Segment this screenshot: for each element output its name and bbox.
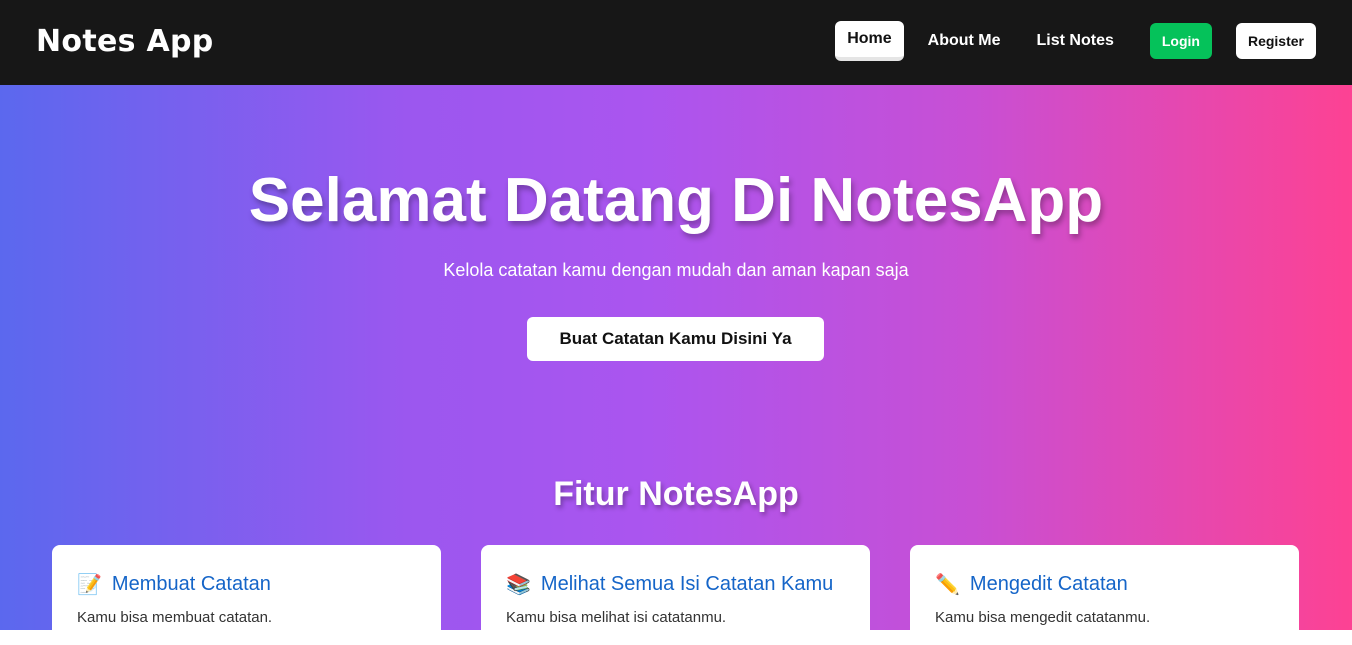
hero-section: Selamat Datang Di NotesApp Kelola catata… bbox=[0, 85, 1352, 645]
feature-card-title: Melihat Semua Isi Catatan Kamu bbox=[540, 573, 834, 595]
feature-card-title: Mengedit Catatan bbox=[969, 573, 1128, 595]
navbar: Notes App Home About Me List Notes Login… bbox=[0, 0, 1352, 85]
memo-icon: 📝 bbox=[77, 573, 102, 596]
feature-card-title: Membuat Catatan bbox=[111, 573, 271, 595]
nav-home-link[interactable]: Home bbox=[835, 21, 904, 61]
feature-card-text: Kamu bisa melihat isi catatanmu. bbox=[506, 609, 727, 626]
pencil-icon: ✏️ bbox=[935, 573, 960, 596]
nav-about-link[interactable]: About Me bbox=[916, 21, 1013, 61]
feature-card-view: 📚 Melihat Semua Isi Catatan Kamu Kamu bi… bbox=[481, 545, 870, 645]
hero-subtitle: Kelola catatan kamu dengan mudah dan ama… bbox=[443, 260, 909, 280]
hero-title: Selamat Datang Di NotesApp bbox=[248, 166, 1104, 235]
create-note-button[interactable]: Buat Catatan Kamu Disini Ya bbox=[527, 317, 824, 361]
nav-list-notes-link[interactable]: List Notes bbox=[1025, 21, 1126, 61]
books-icon: 📚 bbox=[506, 573, 531, 596]
brand-logo[interactable]: Notes App bbox=[36, 24, 214, 59]
register-button[interactable]: Register bbox=[1235, 23, 1316, 59]
login-button[interactable]: Login bbox=[1149, 23, 1212, 59]
feature-card-text: Kamu bisa membuat catatan. bbox=[77, 609, 273, 626]
nav-links: Home About Me List Notes Login Register bbox=[823, 21, 1316, 61]
features-title: Fitur NotesApp bbox=[553, 475, 799, 513]
feature-card-create: 📝 Membuat Catatan Kamu bisa membuat cata… bbox=[52, 545, 441, 645]
feature-card-text: Kamu bisa mengedit catatanmu. bbox=[935, 609, 1151, 626]
feature-card-edit: ✏️ Mengedit Catatan Kamu bisa mengedit c… bbox=[910, 545, 1299, 645]
